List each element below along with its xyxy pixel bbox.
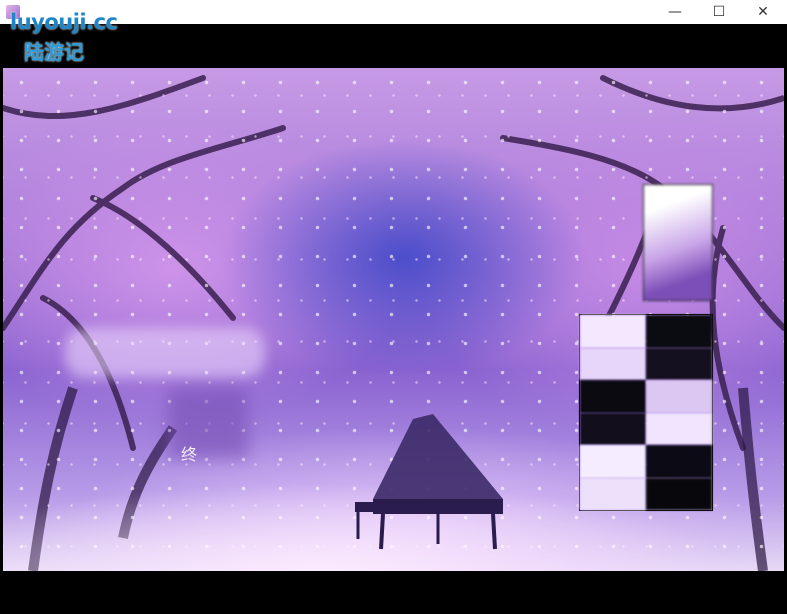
site-watermark: luyouji.cc 陆游记 [10,8,120,64]
mosaic-cell [646,477,712,510]
maximize-button[interactable]: ☐ [697,0,741,24]
mosaic-cell [580,380,646,413]
mosaic-cell [646,380,712,413]
grand-piano [355,414,503,550]
mosaic-cell [646,445,712,478]
blurred-text-left [65,328,265,378]
mosaic-cell [580,412,646,445]
blurred-menu-mosaic[interactable] [579,314,713,511]
watermark-url: luyouji.cc [10,10,118,34]
mosaic-cell [580,445,646,478]
close-button[interactable]: ✕ [741,0,785,24]
game-scene[interactable]: 终 [3,68,784,571]
mosaic-cell [646,347,712,380]
mosaic-cell [580,347,646,380]
blurred-portrait-panel [643,184,713,301]
mosaic-cell [646,412,712,445]
mosaic-cell [580,315,646,348]
mosaic-cell [580,477,646,510]
left-caption: 终 [181,445,198,464]
blurred-character-left [168,388,248,458]
mosaic-cell [646,315,712,348]
watermark-name: 陆游记 [24,40,84,64]
minimize-button[interactable]: — [653,0,697,24]
